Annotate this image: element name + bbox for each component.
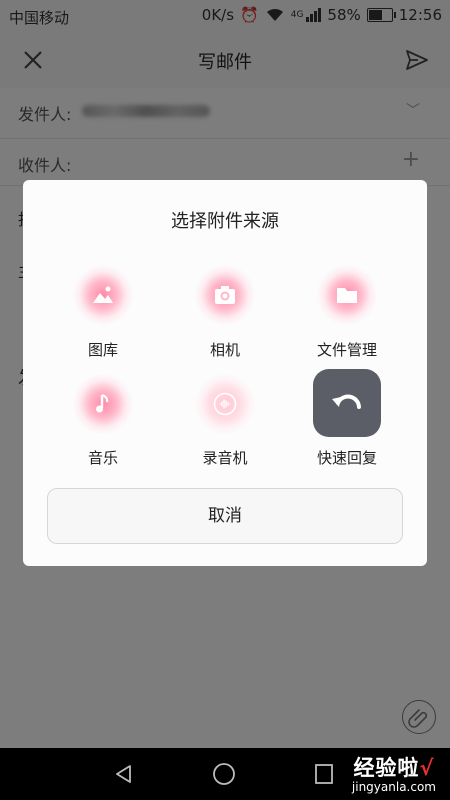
option-file-manager[interactable]: 文件管理 (287, 265, 407, 365)
home-icon[interactable] (212, 762, 236, 786)
music-note-icon (73, 374, 133, 434)
camera-icon (195, 265, 255, 325)
gallery-icon (73, 265, 133, 325)
option-gallery[interactable]: 图库 (43, 265, 163, 365)
attachment-source-dialog: 选择附件来源 图库 相机 文件管理 音乐 录音机 快速回复 取消 (23, 180, 427, 566)
option-label: 录音机 (202, 449, 248, 467)
option-music[interactable]: 音乐 (43, 374, 163, 474)
back-icon[interactable] (112, 762, 136, 786)
watermark: 经验啦√ jingyanla.com (352, 752, 436, 794)
watermark-title: 经验啦 (353, 756, 420, 780)
undo-arrow-icon (313, 369, 381, 437)
option-label: 音乐 (87, 449, 118, 467)
option-label: 文件管理 (316, 341, 377, 359)
watermark-url: jingyanla.com (351, 780, 436, 794)
option-recorder[interactable]: 录音机 (165, 374, 285, 474)
option-camera[interactable]: 相机 (165, 265, 285, 365)
dialog-title: 选择附件来源 (171, 211, 279, 232)
option-label: 图库 (87, 341, 118, 359)
checkmark-icon: √ (419, 756, 435, 780)
option-quick-reply[interactable]: 快速回复 (287, 369, 407, 474)
option-label: 相机 (209, 341, 240, 359)
recorder-icon (195, 374, 255, 434)
recents-icon[interactable] (312, 762, 336, 786)
cancel-button[interactable]: 取消 (47, 488, 403, 544)
option-label: 快速回复 (316, 449, 377, 467)
folder-icon (317, 265, 377, 325)
